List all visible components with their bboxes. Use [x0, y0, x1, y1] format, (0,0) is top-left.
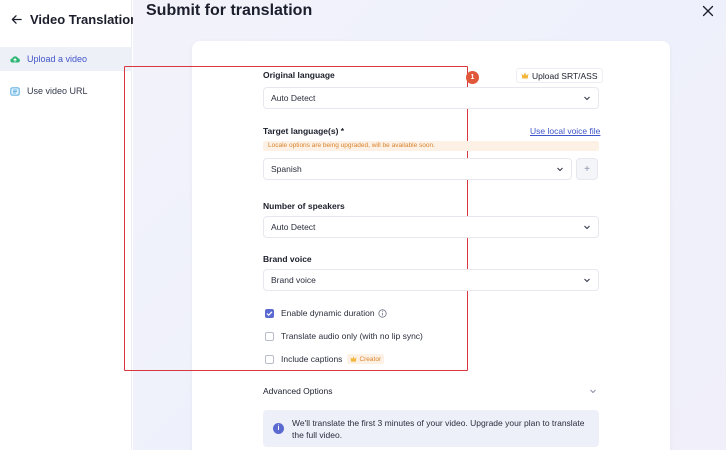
link-box-icon [9, 85, 21, 97]
sidebar-header: Video Translation [0, 0, 138, 40]
sidebar-item-video-url[interactable]: Use video URL [0, 79, 132, 103]
annotation-badge: 1 [466, 71, 479, 84]
checkmark-icon [266, 310, 273, 316]
plan-info-box: i We'll translate the first 3 minutes of… [263, 410, 599, 447]
sidebar-item-upload-video[interactable]: Upload a video [0, 47, 132, 71]
original-language-value: Auto Detect [271, 93, 316, 103]
creator-badge: Creator [347, 354, 385, 364]
sidebar-item-label: Use video URL [27, 86, 88, 96]
chevron-down-icon [590, 389, 596, 394]
speakers-label: Number of speakers [263, 201, 345, 211]
sidebar-title: Video Translation [30, 12, 139, 27]
use-local-voice-file-link[interactable]: Use local voice file [530, 126, 600, 136]
chevron-down-icon [584, 225, 590, 230]
audio-only-label: Translate audio only (with no lip sync) [281, 331, 423, 341]
brand-voice-label: Brand voice [263, 254, 312, 264]
target-language-select[interactable]: Spanish [263, 158, 572, 180]
advanced-options-label: Advanced Options [263, 386, 333, 396]
plus-icon: + [584, 163, 590, 175]
original-language-select[interactable]: Auto Detect [263, 87, 599, 109]
info-icon: i [273, 423, 284, 434]
dynamic-duration-option[interactable]: Enable dynamic duration [265, 306, 387, 320]
creator-badge-label: Creator [359, 355, 382, 363]
dynamic-duration-label: Enable dynamic duration [281, 308, 375, 318]
upload-srt-button[interactable]: Upload SRT/ASS [516, 68, 603, 83]
close-button[interactable] [702, 4, 716, 18]
plan-info-text: We'll translate the first 3 minutes of y… [292, 418, 585, 440]
info-icon[interactable] [377, 308, 387, 318]
page-title: Submit for translation [146, 2, 313, 19]
chevron-down-icon [557, 167, 563, 172]
audio-only-checkbox[interactable] [265, 331, 274, 341]
back-button[interactable] [8, 11, 24, 27]
dynamic-duration-checkbox[interactable] [265, 308, 274, 318]
speakers-select[interactable]: Auto Detect [263, 216, 599, 238]
crown-icon [521, 72, 529, 79]
cloud-upload-icon [9, 53, 21, 65]
brand-voice-select[interactable]: Brand voice [263, 269, 599, 291]
chevron-down-icon [584, 96, 590, 101]
original-language-label: Original language [263, 70, 335, 80]
add-target-language-button[interactable]: + [576, 158, 598, 180]
brand-voice-value: Brand voice [271, 275, 316, 285]
audio-only-option[interactable]: Translate audio only (with no lip sync) [265, 329, 423, 343]
arrow-left-icon [11, 14, 22, 24]
speakers-value: Auto Detect [271, 222, 316, 232]
sidebar: Video Translation Upload a video Use vid… [0, 0, 138, 450]
advanced-options-toggle[interactable]: Advanced Options [257, 383, 601, 399]
locale-notice: Locale options are being upgraded, will … [263, 141, 599, 151]
include-captions-label: Include captions [281, 354, 343, 364]
chevron-down-icon [584, 278, 590, 283]
sidebar-item-label: Upload a video [27, 54, 88, 64]
crown-icon [350, 356, 357, 362]
target-language-label: Target language(s) * [263, 126, 345, 136]
upload-srt-label: Upload SRT/ASS [532, 70, 598, 81]
include-captions-checkbox[interactable] [265, 354, 274, 364]
target-language-value: Spanish [271, 164, 302, 174]
close-icon [702, 5, 714, 17]
include-captions-option[interactable]: Include captions Creator [265, 352, 385, 366]
